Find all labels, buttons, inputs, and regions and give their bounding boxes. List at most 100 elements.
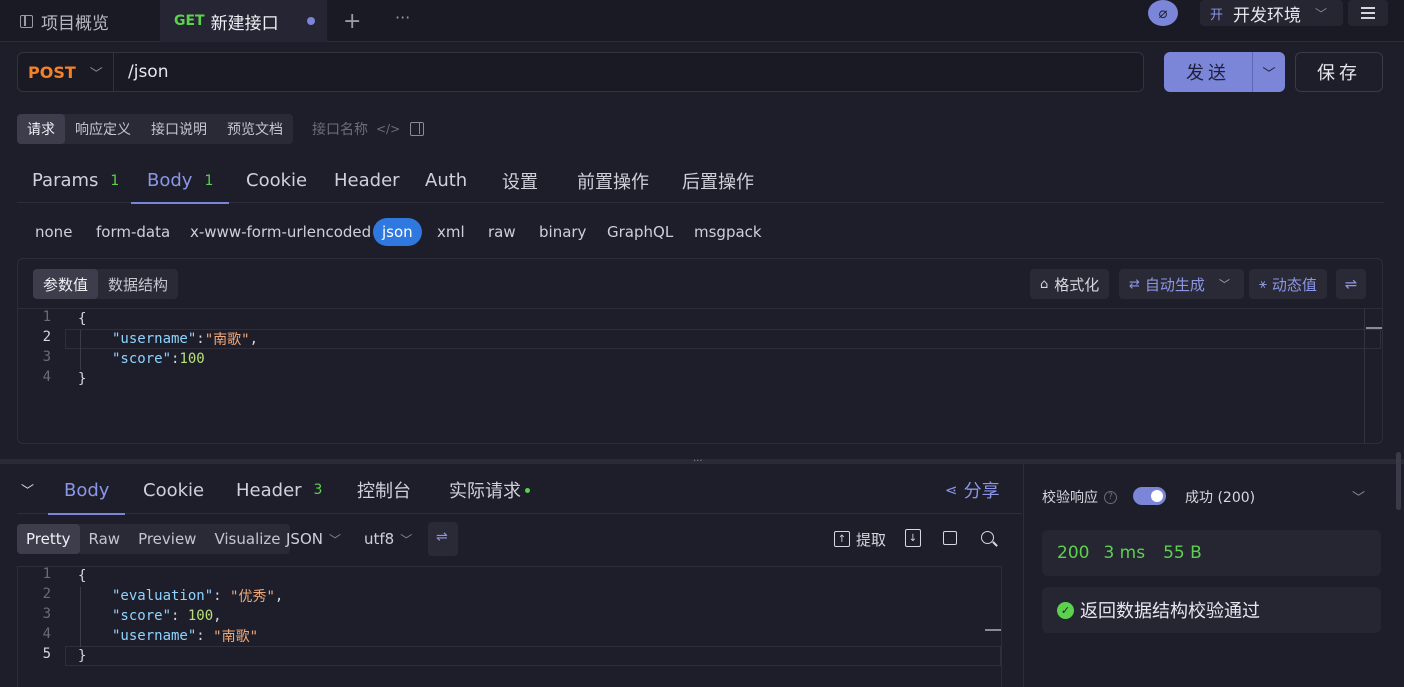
url-bar: POST ﹀ /json <box>17 52 1144 92</box>
scrollbar-thumb[interactable] <box>1396 452 1401 510</box>
method-select[interactable]: POST ﹀ <box>18 53 114 91</box>
fmt-tab-raw[interactable]: Raw <box>80 524 130 554</box>
mode-segment: 请求 响应定义 接口说明 预览文档 <box>17 114 293 144</box>
chevron-down-icon: ﹀ <box>1218 278 1230 291</box>
search-icon-handle <box>992 541 998 547</box>
side-panel-icon[interactable] <box>410 122 424 136</box>
send-options-chevron-icon[interactable]: ﹀ <box>1252 52 1285 92</box>
indent-guide <box>80 330 81 370</box>
tab-pre-actions[interactable]: 前置操作 <box>577 158 649 203</box>
method-tag: GET <box>174 13 205 29</box>
tab-header[interactable]: Header <box>334 158 400 203</box>
chevron-down-icon: ﹀ <box>400 532 413 547</box>
tab-project-overview[interactable]: 项目概览 <box>20 0 109 42</box>
code-icon: </> <box>376 122 401 136</box>
body-type-none[interactable]: none <box>35 218 72 246</box>
encoding-select[interactable]: utf8 ﹀ <box>364 524 412 554</box>
count-badge: 1 <box>110 172 120 189</box>
environment-select[interactable]: 开 开发环境 ﹀ <box>1200 0 1343 26</box>
format-button[interactable]: ⌂ 格式化 <box>1030 269 1110 299</box>
copy-icon[interactable] <box>943 531 957 545</box>
download-icon[interactable]: ↓ <box>905 529 921 547</box>
dynamic-value-button[interactable]: ⚹ 动态值 <box>1249 269 1327 299</box>
editor-tab-values[interactable]: 参数值 <box>33 269 99 299</box>
method-label: POST <box>28 62 76 82</box>
fmt-tab-visualize[interactable]: Visualize <box>205 524 289 554</box>
line-number: 4 <box>42 626 51 642</box>
code-line: "score": 100, <box>112 608 222 624</box>
menu-icon[interactable] <box>1348 0 1388 26</box>
body-type-xml[interactable]: xml <box>437 218 465 246</box>
minimap-marker <box>1366 327 1382 329</box>
format-type-select[interactable]: JSON ﹀ <box>286 524 341 554</box>
validation-result: 成功 (200) <box>1185 490 1256 506</box>
tab-post-actions[interactable]: 后置操作 <box>682 158 754 203</box>
editor-tab-schema[interactable]: 数据结构 <box>98 269 178 299</box>
fmt-tab-preview[interactable]: Preview <box>129 524 205 554</box>
magic-wand-icon: ⚹ <box>1259 276 1267 292</box>
chevron-down-icon: ﹀ <box>328 532 341 547</box>
tab-auth[interactable]: Auth <box>425 158 467 203</box>
code-line: { <box>78 311 87 327</box>
scrollbar-track[interactable] <box>1364 309 1365 443</box>
tab-body[interactable]: Body 1 <box>130 158 230 204</box>
mode-tab-description[interactable]: 接口说明 <box>141 114 217 144</box>
validate-label: 校验响应 <box>1042 490 1098 506</box>
wrap-lines-icon[interactable]: ⇌ <box>1336 269 1366 299</box>
code-line: } <box>78 648 87 664</box>
auto-generate-button[interactable]: ⇄ 自动生成 ﹀ <box>1119 269 1244 299</box>
mode-tab-request[interactable]: 请求 <box>17 114 65 144</box>
tab-label: Header <box>236 479 302 501</box>
indent-guide <box>80 587 81 647</box>
more-tabs-button[interactable]: ··· <box>395 0 410 38</box>
fmt-tab-pretty[interactable]: Pretty <box>17 524 80 554</box>
line-number: 1 <box>42 566 51 582</box>
resp-tab-console[interactable]: 控制台 <box>357 466 411 514</box>
resp-tab-header[interactable]: Header 3 <box>236 466 322 514</box>
code-line: } <box>78 371 87 387</box>
validation-message: ✓ 返回数据结构校验通过 <box>1042 587 1381 633</box>
resp-tab-cookie[interactable]: Cookie <box>143 466 204 514</box>
body-type-raw[interactable]: raw <box>488 218 516 246</box>
code-line: "username": "南歌" <box>112 628 259 645</box>
validation-message-text: 返回数据结构校验通过 <box>1080 601 1260 622</box>
tab-params[interactable]: Params 1 <box>32 158 119 203</box>
add-tab-button[interactable]: + <box>343 0 361 42</box>
tab-new-interface[interactable]: GET 新建接口 <box>160 0 327 42</box>
mode-tab-response-def[interactable]: 响应定义 <box>65 114 141 144</box>
chevron-down-icon[interactable]: ﹀ <box>1352 487 1365 506</box>
extract-icon: ↑ <box>834 531 850 547</box>
help-icon[interactable]: ? <box>1104 490 1117 504</box>
tab-settings[interactable]: 设置 <box>502 158 538 203</box>
validate-response-label: 校验响应 ? <box>1042 487 1117 507</box>
send-button[interactable]: 发送 ﹀ <box>1164 52 1285 92</box>
interface-name-input[interactable]: 接口名称 </> <box>312 114 400 144</box>
tab-label: 新建接口 <box>210 13 279 34</box>
no-sync-icon[interactable]: ⌀ <box>1148 0 1178 26</box>
code-line: "evaluation": "优秀", <box>112 588 284 605</box>
body-type-json[interactable]: json <box>373 218 422 246</box>
extract-button[interactable]: ↑ 提取 <box>834 529 886 549</box>
tab-cookie[interactable]: Cookie <box>246 158 307 203</box>
dynamic-value-label: 动态值 <box>1271 275 1317 294</box>
send-label: 发送 <box>1186 63 1230 84</box>
swap-icon: ⇄ <box>1129 276 1140 292</box>
body-type-msgpack[interactable]: msgpack <box>694 218 762 246</box>
auto-generate-label: 自动生成 <box>1144 275 1205 294</box>
line-number: 5 <box>42 646 51 662</box>
validate-toggle[interactable] <box>1133 487 1166 505</box>
wrap-lines-button[interactable]: ⇌ <box>428 522 458 556</box>
resp-tab-body[interactable]: Body <box>47 466 127 515</box>
response-tabs: Body Cookie Header 3 控制台 实际请求 <box>17 466 1022 515</box>
save-button[interactable]: 保存 <box>1295 52 1383 92</box>
mode-tab-preview-doc[interactable]: 预览文档 <box>217 114 293 144</box>
url-input[interactable]: /json <box>128 53 168 91</box>
format-icon: ⌂ <box>1040 276 1049 292</box>
share-button[interactable]: ⋖ 分享 <box>945 478 1000 502</box>
body-type-urlencoded[interactable]: x-www-form-urlencoded <box>190 218 371 246</box>
body-type-graphql[interactable]: GraphQL <box>607 218 673 246</box>
body-type-binary[interactable]: binary <box>539 218 586 246</box>
current-line-highlight <box>65 646 1001 666</box>
resp-tab-actual-request[interactable]: 实际请求 <box>449 466 530 514</box>
body-type-form-data[interactable]: form-data <box>96 218 170 246</box>
